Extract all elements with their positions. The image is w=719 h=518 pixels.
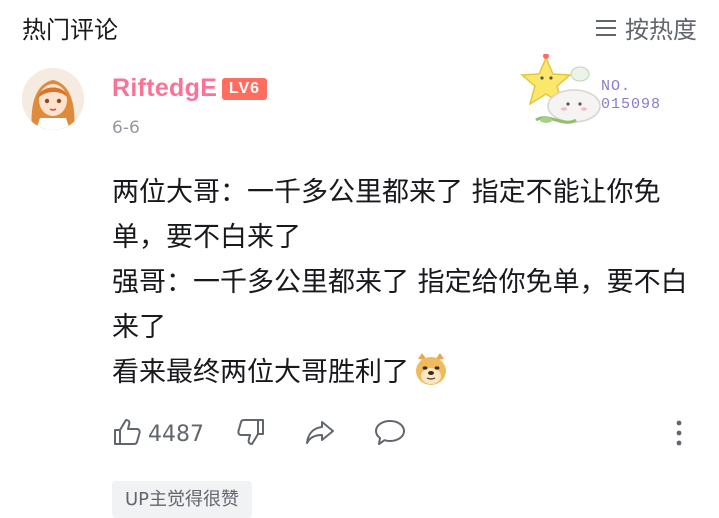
section-title: 热门评论 <box>22 16 118 44</box>
username[interactable]: RiftedgE <box>112 74 217 103</box>
more-vertical-icon <box>675 420 683 450</box>
thumbs-down-icon <box>236 417 266 451</box>
level-badge: LV6 <box>222 78 267 100</box>
like-count: 4487 <box>148 421 204 447</box>
avatar[interactable] <box>22 68 84 130</box>
dislike-button[interactable] <box>236 417 266 451</box>
comment-actions: 4487 <box>112 414 406 454</box>
thumbs-up-icon <box>112 417 142 451</box>
sort-label: 按热度 <box>625 16 697 44</box>
up-liked-tag: UP主觉得很赞 <box>112 481 253 518</box>
comment-text: 两位大哥：一千多公里都来了 指定不能让你免单，要不白来了 强哥：一千多公里都来了… <box>112 170 702 395</box>
comment-date: 6-6 <box>112 118 140 138</box>
doge-emoji-icon <box>413 351 449 387</box>
more-options-button[interactable] <box>675 420 683 450</box>
comment-line: 看来最终两位大哥胜利了 <box>112 350 702 395</box>
like-button[interactable]: 4487 <box>112 417 204 451</box>
comment-line: 两位大哥：一千多公里都来了 指定不能让你免单，要不白来了 <box>112 177 661 253</box>
share-button[interactable] <box>304 417 336 451</box>
sort-lines-icon <box>595 18 617 38</box>
reply-bubble-icon <box>374 417 406 451</box>
comment-line: 强哥：一千多公里都来了 指定给你免单，要不白来了 <box>112 267 688 343</box>
sort-by-hot-button[interactable]: 按热度 <box>595 10 697 45</box>
reply-button[interactable] <box>374 417 406 451</box>
share-arrow-icon <box>304 417 336 451</box>
fan-badge-number: NO. 015098 <box>601 78 662 113</box>
